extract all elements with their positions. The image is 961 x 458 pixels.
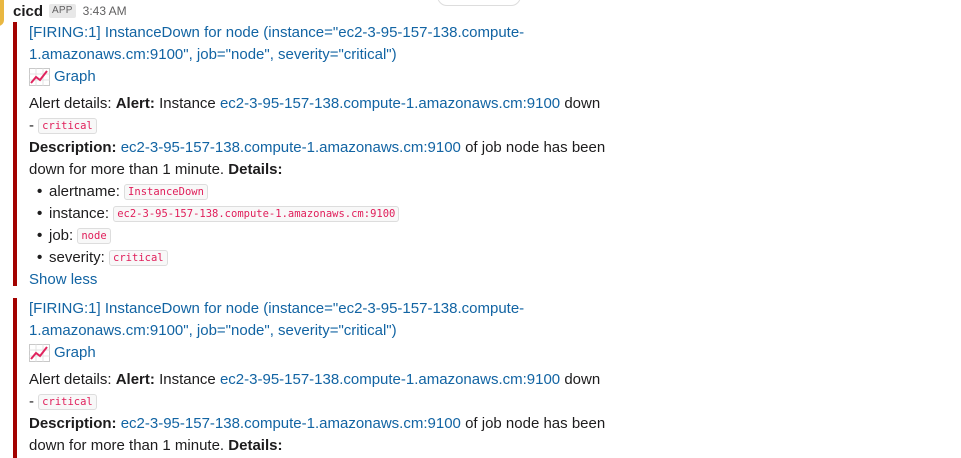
dash: - <box>29 393 34 410</box>
severity-row: - critical <box>29 115 613 137</box>
description-row: Description: ec2-3-95-157-138.compute-1.… <box>29 413 613 435</box>
description-label: Description: <box>29 139 117 156</box>
attachment-title: [FIRING:1] InstanceDown for node (instan… <box>29 298 613 320</box>
alert-details-row: Alert details: Alert: Instance ec2-3-95-… <box>29 369 613 391</box>
alert-text-pre: Instance <box>159 95 216 112</box>
field-value: node <box>77 228 111 244</box>
alert-title-link[interactable]: [FIRING:1] InstanceDown for node (instan… <box>29 24 524 41</box>
alert-title-link[interactable]: [FIRING:1] InstanceDown for node (instan… <box>29 300 524 317</box>
bullet: • <box>37 183 43 200</box>
description-instance-link[interactable]: ec2-3-95-157-138.compute-1.amazonaws.cm:… <box>121 139 461 156</box>
instance-link[interactable]: ec2-3-95-157-138.compute-1.amazonaws.cm:… <box>220 371 560 388</box>
alert-text-post: down <box>564 371 601 388</box>
message-timestamp[interactable]: 3:43 AM <box>83 4 127 18</box>
field-value: InstanceDown <box>124 184 208 200</box>
details-label: Details: <box>228 161 283 178</box>
graph-link-label: Graph <box>54 344 96 361</box>
sender-name[interactable]: cicd <box>13 3 43 20</box>
alert-label: Alert: <box>115 371 155 388</box>
description-row-cont: down for more than 1 minute. Details: <box>29 159 613 181</box>
instance-link[interactable]: ec2-3-95-157-138.compute-1.amazonaws.cm:… <box>220 95 560 112</box>
list-item: • severity: critical <box>29 247 613 269</box>
severity-row: - critical <box>29 391 613 413</box>
graph-link[interactable]: Graph <box>29 342 96 364</box>
list-item: • job: node <box>29 225 613 247</box>
field-key: job: <box>49 227 74 244</box>
bullet: • <box>37 249 43 266</box>
attachment-title-cont: 1.amazonaws.cm:9100", job="node", severi… <box>29 320 613 342</box>
alert-details-row: Alert details: Alert: Instance ec2-3-95-… <box>29 93 613 115</box>
description-label: Description: <box>29 415 117 432</box>
graph-link[interactable]: Graph <box>29 66 96 88</box>
show-less-link[interactable]: Show less <box>29 269 613 291</box>
field-key: severity: <box>49 249 105 266</box>
chart-increasing-icon <box>29 68 50 86</box>
slack-message-view: cicd APP 3:43 AM [FIRING:1] InstanceDown… <box>0 0 961 458</box>
field-value: critical <box>109 250 168 266</box>
alert-text-pre: Instance <box>159 371 216 388</box>
attachment-title-cont: 1.amazonaws.cm:9100", job="node", severi… <box>29 44 613 66</box>
bullet: • <box>37 205 43 222</box>
severity-code: critical <box>38 394 97 410</box>
list-item: • alertname: InstanceDown <box>29 181 613 203</box>
graph-row: Graph <box>29 66 613 93</box>
description-line2: down for more than 1 minute. <box>29 437 225 454</box>
description-row-cont: down for more than 1 minute. Details: <box>29 435 613 457</box>
description-text: of job node has been <box>465 415 606 432</box>
details-list: • alertname: InstanceDown • instance: ec2-… <box>29 181 613 269</box>
field-value: ec2-3-95-157-138.compute-1.amazonaws.cm:… <box>113 206 400 222</box>
field-key: instance: <box>49 205 110 222</box>
bullet: • <box>37 227 43 244</box>
alert-text-post: down <box>564 95 601 112</box>
alert-attachment: [FIRING:1] InstanceDown for node (instan… <box>13 22 613 288</box>
description-text: of job node has been <box>465 139 606 156</box>
app-badge: APP <box>49 4 76 18</box>
description-instance-link[interactable]: ec2-3-95-157-138.compute-1.amazonaws.cm:… <box>121 415 461 432</box>
dash: - <box>29 117 34 134</box>
field-key: alertname: <box>49 183 120 200</box>
alert-attachment: [FIRING:1] InstanceDown for node (instan… <box>13 298 613 458</box>
description-row: Description: ec2-3-95-157-138.compute-1.… <box>29 137 613 159</box>
chart-increasing-icon <box>29 344 50 362</box>
alert-title-link-cont[interactable]: 1.amazonaws.cm:9100", job="node", severi… <box>29 322 397 339</box>
alert-title-link-cont[interactable]: 1.amazonaws.cm:9100", job="node", severi… <box>29 46 397 63</box>
graph-link-label: Graph <box>54 68 96 85</box>
severity-code: critical <box>38 118 97 134</box>
alert-label: Alert: <box>115 95 155 112</box>
alert-details-label: Alert details: <box>29 371 112 388</box>
alert-details-label: Alert details: <box>29 95 112 112</box>
list-item: • instance: ec2-3-95-157-138.compute-1.am… <box>29 203 613 225</box>
bot-avatar[interactable] <box>0 0 4 26</box>
message-header: cicd APP 3:43 AM <box>13 2 127 20</box>
graph-row: Graph <box>29 342 613 369</box>
details-label: Details: <box>228 437 283 454</box>
description-line2: down for more than 1 minute. <box>29 161 225 178</box>
date-divider-pill[interactable] <box>437 0 521 6</box>
attachment-title: [FIRING:1] InstanceDown for node (instan… <box>29 22 613 44</box>
